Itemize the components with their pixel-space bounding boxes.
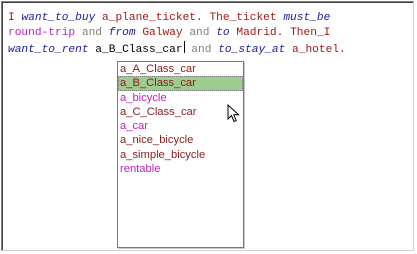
- autocomplete-item[interactable]: a_car: [118, 119, 243, 133]
- autocomplete-item-selected[interactable]: a_B_Class_car: [118, 76, 243, 91]
- token-verb-phrase: to_stay_at: [218, 44, 286, 56]
- token-noun-phrase: Galway: [142, 27, 183, 39]
- token-noun-phrase: The_ticket: [209, 12, 277, 24]
- editor-line-1: I want_to_buy a_plane_ticket. The_ticket…: [8, 11, 409, 26]
- token-verb-phrase: from: [108, 27, 136, 39]
- token-connector: and: [81, 27, 103, 39]
- token-noun-phrase: a_plane_ticket.: [102, 12, 203, 24]
- autocomplete-item[interactable]: rentable: [118, 162, 243, 176]
- token-subject: I: [8, 12, 15, 24]
- token-class-name: round-trip: [8, 27, 76, 39]
- token-noun-phrase: a_hotel.: [292, 44, 346, 56]
- arrow-cursor-icon: [227, 104, 240, 123]
- autocomplete-item[interactable]: a_bicycle: [118, 91, 243, 105]
- token-noun-phrase: Then_I: [290, 27, 331, 39]
- text-caret: [183, 41, 185, 53]
- token-verb-phrase: must_be: [283, 12, 331, 24]
- autocomplete-item[interactable]: a_A_Class_car: [118, 62, 243, 76]
- token-connector: and: [191, 44, 212, 56]
- text-editor-frame[interactable]: I want_to_buy a_plane_ticket. The_ticket…: [1, 1, 414, 251]
- autocomplete-item[interactable]: a_simple_bicycle: [118, 148, 243, 162]
- token-verb-phrase: want_to_buy: [21, 12, 96, 24]
- controlled-language-editor[interactable]: I want_to_buy a_plane_ticket. The_ticket…: [8, 11, 409, 56]
- token-verb-phrase: to: [216, 27, 230, 39]
- editor-line-2: round-trip and from Galway and to Madrid…: [8, 26, 409, 41]
- current-input-token[interactable]: a_B_Class_car: [95, 41, 185, 56]
- editor-line-3: want_to_rent a_B_Class_car and to_stay_a…: [8, 41, 409, 56]
- current-token-text: a_B_Class_car: [95, 44, 183, 56]
- token-verb-phrase: want_to_rent: [8, 44, 89, 56]
- autocomplete-popup[interactable]: a_A_Class_car a_B_Class_car a_bicycle a_…: [117, 61, 244, 248]
- autocomplete-item[interactable]: a_nice_bicycle: [118, 133, 243, 147]
- token-connector: and: [189, 27, 210, 39]
- autocomplete-item[interactable]: a_C_Class_car: [118, 105, 243, 119]
- token-noun-phrase: Madrid.: [236, 27, 284, 39]
